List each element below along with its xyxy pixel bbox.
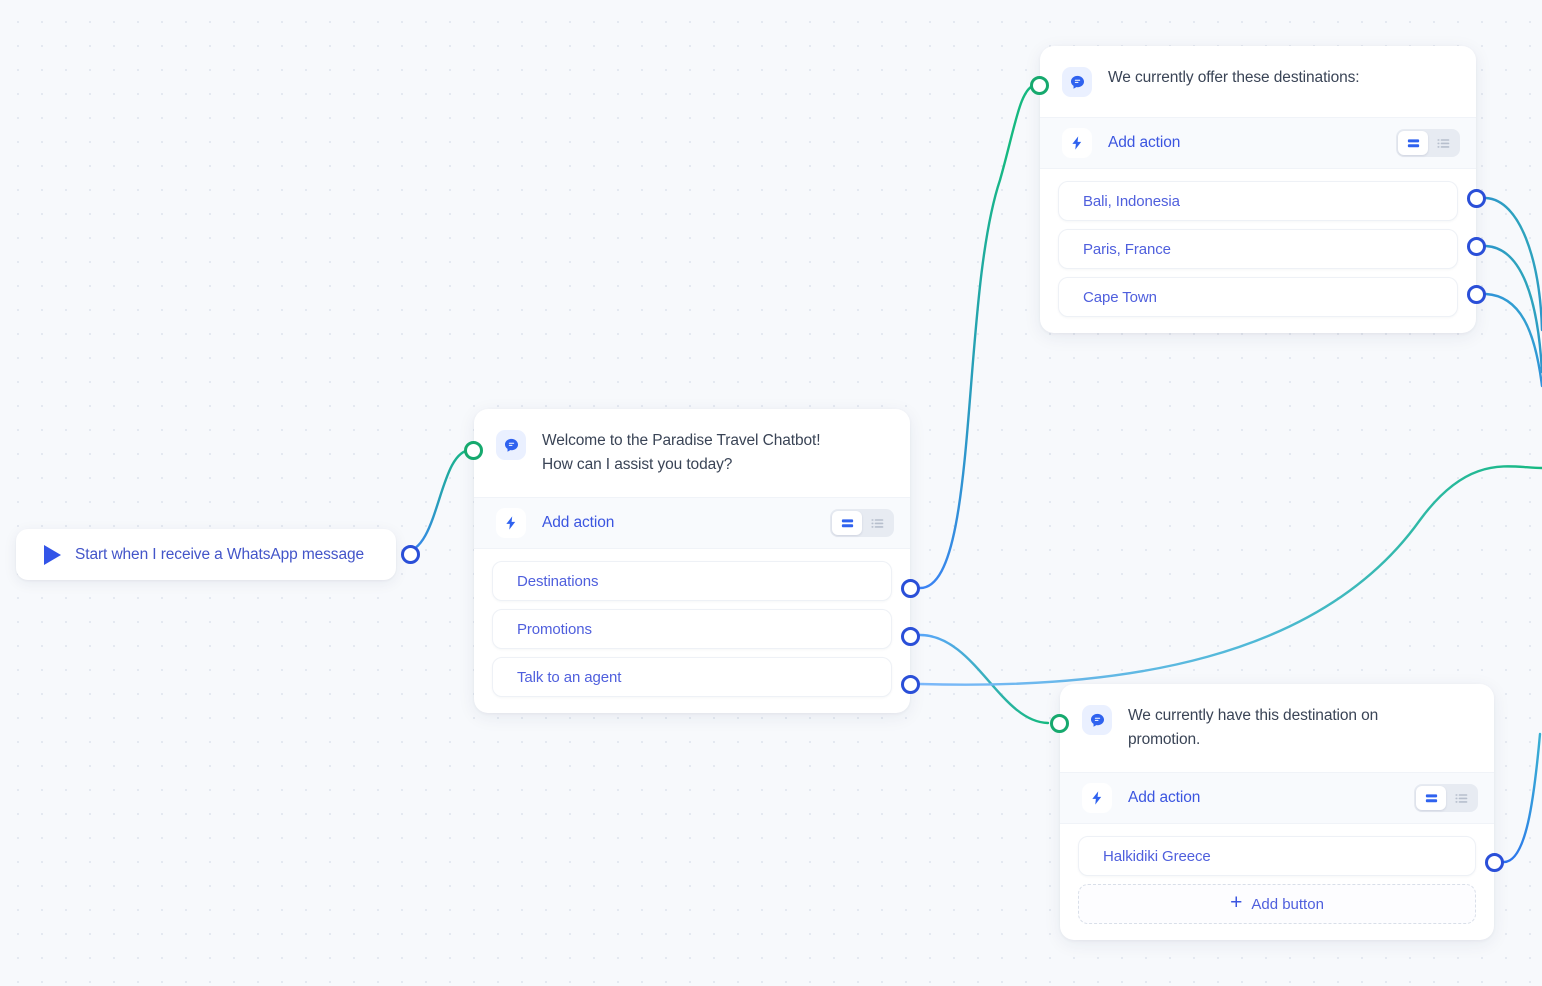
list-view-toggle-icon[interactable]	[862, 511, 892, 535]
chat-bubble-icon	[496, 430, 526, 460]
node-welcome-message[interactable]: Welcome to the Paradise Travel Chatbot! …	[464, 409, 920, 713]
add-action-bar[interactable]: Add action	[1040, 117, 1476, 169]
chat-bubble-icon	[1082, 705, 1112, 735]
view-toggle-group[interactable]	[830, 509, 894, 537]
lightning-bolt-icon	[1062, 128, 1092, 158]
node-target-handle[interactable]	[464, 441, 483, 460]
option-source-handle-talk-to-agent[interactable]	[901, 675, 920, 694]
option-list: Bali, Indonesia Paris, France Cape Town	[1040, 169, 1476, 333]
node-target-handle[interactable]	[1030, 76, 1049, 95]
option-source-handle-halkidiki[interactable]	[1485, 853, 1504, 872]
start-node-source-handle[interactable]	[401, 545, 420, 564]
message-line: How can I assist you today?	[542, 456, 733, 473]
message-line: We currently have this destination on	[1128, 707, 1379, 724]
list-view-toggle-icon[interactable]	[1428, 131, 1458, 155]
lightning-bolt-icon	[1082, 783, 1112, 813]
option-row[interactable]: Destinations	[492, 561, 892, 601]
add-button[interactable]: + Add button	[1078, 884, 1476, 924]
option-source-handle-bali[interactable]	[1467, 189, 1486, 208]
option-source-handle-destinations[interactable]	[901, 579, 920, 598]
message-text: We currently offer these destinations:	[1108, 66, 1360, 90]
start-node-label: Start when I receive a WhatsApp message	[75, 545, 365, 563]
option-source-handle-promotions[interactable]	[901, 627, 920, 646]
add-button-label: Add button	[1251, 895, 1324, 913]
list-view-toggle-icon[interactable]	[1446, 786, 1476, 810]
message-line: Welcome to the Paradise Travel Chatbot!	[542, 432, 821, 449]
message-line: promotion.	[1128, 731, 1201, 748]
node-target-handle[interactable]	[1050, 714, 1069, 733]
node-promotion-message[interactable]: We currently have this destination on pr…	[1050, 684, 1504, 940]
message-header: We currently offer these destinations:	[1040, 46, 1476, 117]
chat-bubble-icon	[1062, 67, 1092, 97]
message-header: Welcome to the Paradise Travel Chatbot! …	[474, 409, 910, 497]
play-icon	[44, 544, 61, 565]
option-source-handle-cape-town[interactable]	[1467, 285, 1486, 304]
option-row[interactable]: Cape Town	[1058, 277, 1458, 317]
message-header: We currently have this destination on pr…	[1060, 684, 1494, 772]
option-row[interactable]: Bali, Indonesia	[1058, 181, 1458, 221]
option-list: Destinations Promotions Talk to an agent	[474, 549, 910, 713]
add-action-label: Add action	[1108, 134, 1181, 151]
card-view-toggle-icon[interactable]	[1416, 786, 1446, 810]
lightning-bolt-icon	[496, 508, 526, 538]
add-action-label: Add action	[1128, 789, 1201, 806]
option-row[interactable]: Promotions	[492, 609, 892, 649]
option-list: Halkidiki Greece + Add button	[1060, 824, 1494, 940]
add-action-label: Add action	[542, 514, 615, 531]
node-destinations-message[interactable]: We currently offer these destinations: A…	[1030, 46, 1486, 333]
option-row[interactable]: Talk to an agent	[492, 657, 892, 697]
view-toggle-group[interactable]	[1396, 129, 1460, 157]
card-view-toggle-icon[interactable]	[832, 511, 862, 535]
message-text: We currently have this destination on pr…	[1128, 704, 1378, 752]
message-text: Welcome to the Paradise Travel Chatbot! …	[542, 429, 821, 477]
view-toggle-group[interactable]	[1414, 784, 1478, 812]
option-source-handle-paris[interactable]	[1467, 237, 1486, 256]
start-node[interactable]: Start when I receive a WhatsApp message	[16, 529, 420, 580]
flow-canvas[interactable]: Start when I receive a WhatsApp message …	[0, 0, 1542, 986]
add-action-bar[interactable]: Add action	[474, 497, 910, 549]
message-line: We currently offer these destinations:	[1108, 69, 1360, 86]
add-action-bar[interactable]: Add action	[1060, 772, 1494, 824]
option-row[interactable]: Halkidiki Greece	[1078, 836, 1476, 876]
option-row[interactable]: Paris, France	[1058, 229, 1458, 269]
card-view-toggle-icon[interactable]	[1398, 131, 1428, 155]
